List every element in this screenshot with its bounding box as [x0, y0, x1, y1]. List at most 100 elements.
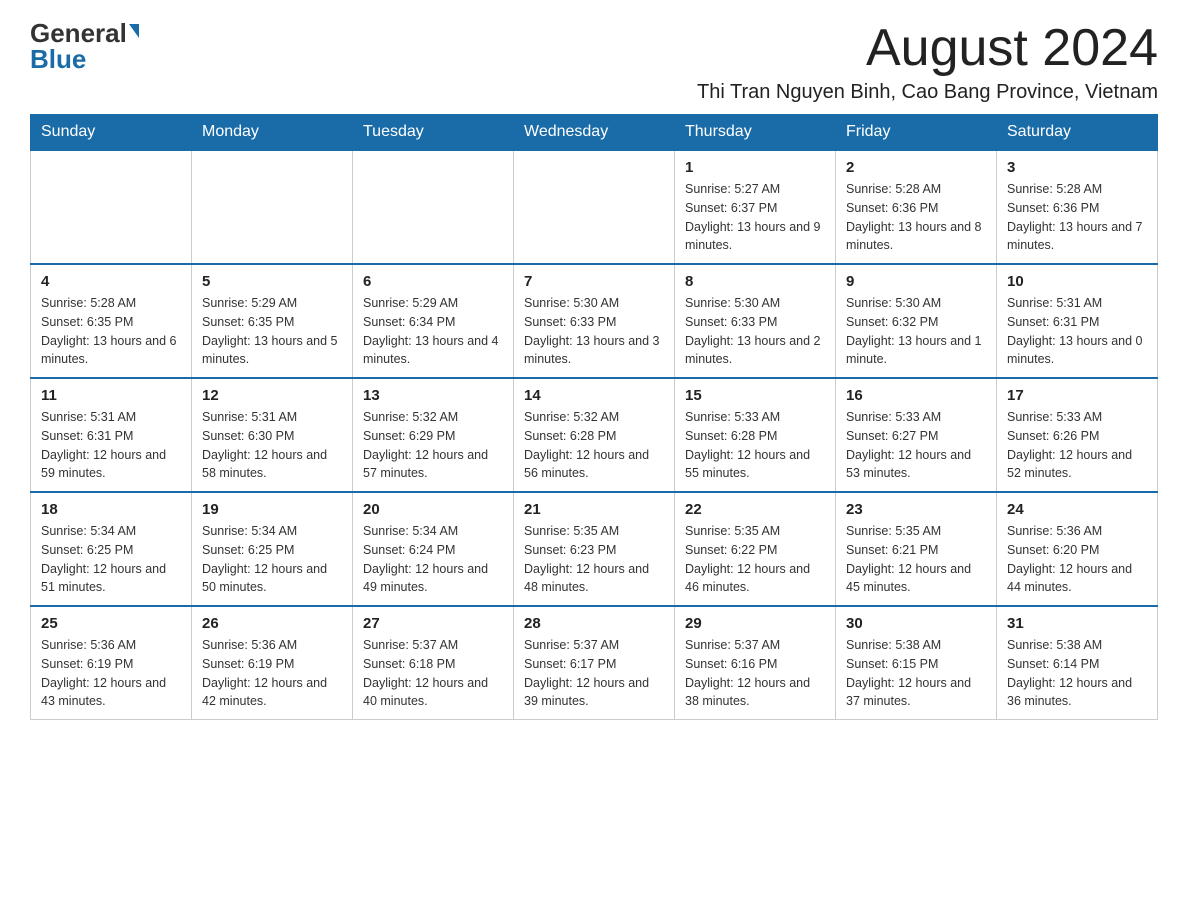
day-info: Sunrise: 5:33 AMSunset: 6:27 PMDaylight:… — [846, 408, 986, 483]
day-number: 29 — [685, 615, 825, 632]
calendar-cell: 8Sunrise: 5:30 AMSunset: 6:33 PMDaylight… — [675, 264, 836, 378]
day-number: 17 — [1007, 387, 1147, 404]
week-row-4: 18 Sunrise: 5:34 AMSunset: 6:25 PMDayligh… — [31, 492, 1158, 606]
day-number: 31 — [1007, 615, 1147, 632]
header-row: SundayMondayTuesdayWednesdayThursdayFrid… — [31, 115, 1158, 151]
column-header-friday: Friday — [836, 115, 997, 151]
calendar-cell: 22 Sunrise: 5:35 AMSunset: 6:22 PMDayligh… — [675, 492, 836, 606]
calendar-cell: 16 Sunrise: 5:33 AMSunset: 6:27 PMDayligh… — [836, 378, 997, 492]
day-info: Sunrise: 5:31 AMSunset: 6:31 PMDaylight:… — [1007, 294, 1147, 369]
day-number: 25 — [41, 615, 181, 632]
calendar-cell: 10Sunrise: 5:31 AMSunset: 6:31 PMDayligh… — [997, 264, 1158, 378]
week-row-2: 4 Sunrise: 5:28 AMSunset: 6:35 PMDaylight… — [31, 264, 1158, 378]
calendar-cell: 13Sunrise: 5:32 AMSunset: 6:29 PMDayligh… — [353, 378, 514, 492]
day-info: Sunrise: 5:28 AMSunset: 6:35 PMDaylight:… — [41, 294, 181, 369]
day-info: Sunrise: 5:37 AMSunset: 6:17 PMDaylight:… — [524, 636, 664, 711]
day-number: 18 — [41, 501, 181, 518]
column-header-thursday: Thursday — [675, 115, 836, 151]
day-number: 26 — [202, 615, 342, 632]
week-row-1: 1 Sunrise: 5:27 AMSunset: 6:37 PMDaylight… — [31, 150, 1158, 264]
calendar-cell: 12 Sunrise: 5:31 AMSunset: 6:30 PMDayligh… — [192, 378, 353, 492]
title-section: August 2024 Thi Tran Nguyen Binh, Cao Ba… — [697, 20, 1158, 104]
day-info: Sunrise: 5:34 AMSunset: 6:25 PMDaylight:… — [202, 522, 342, 597]
day-info: Sunrise: 5:35 AMSunset: 6:21 PMDaylight:… — [846, 522, 986, 597]
logo-general: General — [30, 20, 127, 46]
week-row-5: 25 Sunrise: 5:36 AMSunset: 6:19 PMDayligh… — [31, 606, 1158, 720]
day-info: Sunrise: 5:31 AMSunset: 6:30 PMDaylight:… — [202, 408, 342, 483]
day-number: 5 — [202, 273, 342, 290]
day-number: 19 — [202, 501, 342, 518]
day-number: 2 — [846, 159, 986, 176]
day-number: 13 — [363, 387, 503, 404]
day-number: 12 — [202, 387, 342, 404]
day-number: 6 — [363, 273, 503, 290]
day-number: 1 — [685, 159, 825, 176]
day-number: 16 — [846, 387, 986, 404]
day-info: Sunrise: 5:29 AMSunset: 6:35 PMDaylight:… — [202, 294, 342, 369]
day-number: 23 — [846, 501, 986, 518]
calendar-cell: 9Sunrise: 5:30 AMSunset: 6:32 PMDaylight… — [836, 264, 997, 378]
day-info: Sunrise: 5:38 AMSunset: 6:15 PMDaylight:… — [846, 636, 986, 711]
calendar-cell: 1 Sunrise: 5:27 AMSunset: 6:37 PMDaylight… — [675, 150, 836, 264]
calendar-cell: 11Sunrise: 5:31 AMSunset: 6:31 PMDayligh… — [31, 378, 192, 492]
day-info: Sunrise: 5:32 AMSunset: 6:28 PMDaylight:… — [524, 408, 664, 483]
day-info: Sunrise: 5:36 AMSunset: 6:19 PMDaylight:… — [41, 636, 181, 711]
day-number: 20 — [363, 501, 503, 518]
logo-blue: Blue — [30, 44, 86, 74]
day-info: Sunrise: 5:36 AMSunset: 6:19 PMDaylight:… — [202, 636, 342, 711]
calendar-cell — [514, 150, 675, 264]
week-row-3: 11Sunrise: 5:31 AMSunset: 6:31 PMDayligh… — [31, 378, 1158, 492]
day-number: 14 — [524, 387, 664, 404]
day-info: Sunrise: 5:37 AMSunset: 6:16 PMDaylight:… — [685, 636, 825, 711]
column-header-tuesday: Tuesday — [353, 115, 514, 151]
day-number: 30 — [846, 615, 986, 632]
calendar-table: SundayMondayTuesdayWednesdayThursdayFrid… — [30, 114, 1158, 720]
day-info: Sunrise: 5:29 AMSunset: 6:34 PMDaylight:… — [363, 294, 503, 369]
day-number: 4 — [41, 273, 181, 290]
day-info: Sunrise: 5:38 AMSunset: 6:14 PMDaylight:… — [1007, 636, 1147, 711]
day-info: Sunrise: 5:28 AMSunset: 6:36 PMDaylight:… — [846, 180, 986, 255]
calendar-cell: 15Sunrise: 5:33 AMSunset: 6:28 PMDayligh… — [675, 378, 836, 492]
day-info: Sunrise: 5:28 AMSunset: 6:36 PMDaylight:… — [1007, 180, 1147, 255]
day-info: Sunrise: 5:37 AMSunset: 6:18 PMDaylight:… — [363, 636, 503, 711]
calendar-cell: 23 Sunrise: 5:35 AMSunset: 6:21 PMDayligh… — [836, 492, 997, 606]
calendar-cell: 29 Sunrise: 5:37 AMSunset: 6:16 PMDayligh… — [675, 606, 836, 720]
calendar-cell: 7 Sunrise: 5:30 AMSunset: 6:33 PMDaylight… — [514, 264, 675, 378]
column-header-monday: Monday — [192, 115, 353, 151]
calendar-cell: 24 Sunrise: 5:36 AMSunset: 6:20 PMDayligh… — [997, 492, 1158, 606]
calendar-cell — [31, 150, 192, 264]
calendar-cell: 6 Sunrise: 5:29 AMSunset: 6:34 PMDaylight… — [353, 264, 514, 378]
day-info: Sunrise: 5:34 AMSunset: 6:25 PMDaylight:… — [41, 522, 181, 597]
day-number: 24 — [1007, 501, 1147, 518]
day-info: Sunrise: 5:30 AMSunset: 6:33 PMDaylight:… — [524, 294, 664, 369]
day-info: Sunrise: 5:34 AMSunset: 6:24 PMDaylight:… — [363, 522, 503, 597]
day-number: 8 — [685, 273, 825, 290]
column-header-sunday: Sunday — [31, 115, 192, 151]
calendar-cell: 25 Sunrise: 5:36 AMSunset: 6:19 PMDayligh… — [31, 606, 192, 720]
day-number: 15 — [685, 387, 825, 404]
page-header: General Blue August 2024 Thi Tran Nguyen… — [30, 20, 1158, 104]
day-number: 7 — [524, 273, 664, 290]
calendar-cell: 18 Sunrise: 5:34 AMSunset: 6:25 PMDayligh… — [31, 492, 192, 606]
calendar-cell: 4 Sunrise: 5:28 AMSunset: 6:35 PMDaylight… — [31, 264, 192, 378]
calendar-cell: 28 Sunrise: 5:37 AMSunset: 6:17 PMDayligh… — [514, 606, 675, 720]
day-info: Sunrise: 5:35 AMSunset: 6:22 PMDaylight:… — [685, 522, 825, 597]
day-info: Sunrise: 5:30 AMSunset: 6:32 PMDaylight:… — [846, 294, 986, 369]
calendar-cell: 5 Sunrise: 5:29 AMSunset: 6:35 PMDaylight… — [192, 264, 353, 378]
column-header-wednesday: Wednesday — [514, 115, 675, 151]
day-info: Sunrise: 5:31 AMSunset: 6:31 PMDaylight:… — [41, 408, 181, 483]
calendar-cell: 21Sunrise: 5:35 AMSunset: 6:23 PMDayligh… — [514, 492, 675, 606]
day-number: 22 — [685, 501, 825, 518]
calendar-cell — [353, 150, 514, 264]
day-number: 28 — [524, 615, 664, 632]
logo: General Blue — [30, 20, 139, 73]
calendar-cell: 17Sunrise: 5:33 AMSunset: 6:26 PMDayligh… — [997, 378, 1158, 492]
calendar-cell: 30 Sunrise: 5:38 AMSunset: 6:15 PMDayligh… — [836, 606, 997, 720]
calendar-cell: 3Sunrise: 5:28 AMSunset: 6:36 PMDaylight… — [997, 150, 1158, 264]
day-info: Sunrise: 5:27 AMSunset: 6:37 PMDaylight:… — [685, 180, 825, 255]
calendar-cell: 19 Sunrise: 5:34 AMSunset: 6:25 PMDayligh… — [192, 492, 353, 606]
day-info: Sunrise: 5:36 AMSunset: 6:20 PMDaylight:… — [1007, 522, 1147, 597]
calendar-cell — [192, 150, 353, 264]
calendar-cell: 20 Sunrise: 5:34 AMSunset: 6:24 PMDayligh… — [353, 492, 514, 606]
calendar-cell: 26 Sunrise: 5:36 AMSunset: 6:19 PMDayligh… — [192, 606, 353, 720]
